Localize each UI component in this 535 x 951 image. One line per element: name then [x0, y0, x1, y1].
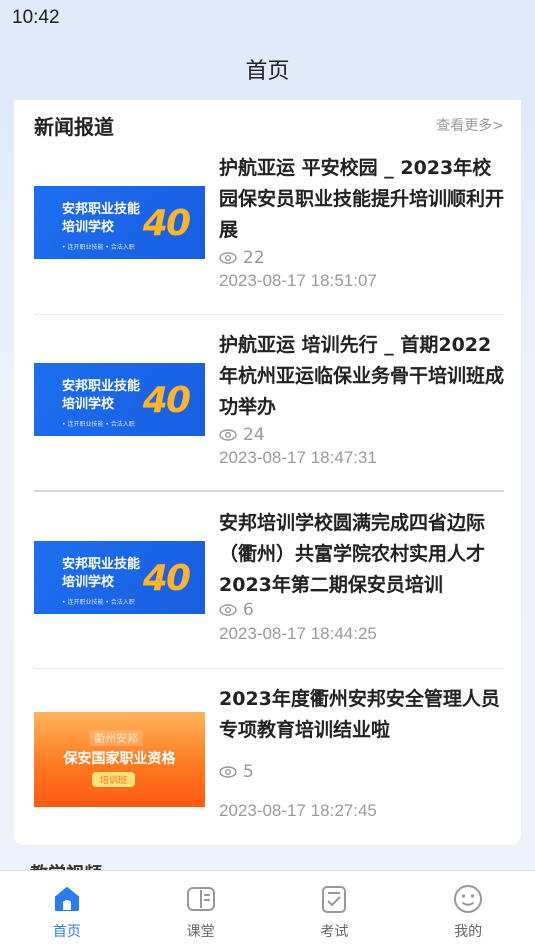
news-thumbnail: 安邦职业技能 培训学校 • 连开职业技能 • 合法入职 40 — [34, 541, 205, 614]
news-item[interactable]: 安邦职业技能 培训学校 • 连开职业技能 • 合法入职 40 安邦培训学校圆满完… — [34, 508, 504, 686]
status-time: 10:42 — [12, 7, 60, 28]
eye-icon — [219, 252, 237, 264]
main-content[interactable]: 新闻报道 查看更多> 安邦职业技能 培训学校 • 连开职业技能 • 合法入职 4… — [0, 100, 535, 870]
news-date: 2023-08-17 18:44:25 — [219, 624, 377, 643]
tab-label: 课堂 — [186, 924, 215, 940]
tab-label: 首页 — [52, 924, 81, 940]
news-card: 新闻报道 查看更多> 安邦职业技能 培训学校 • 连开职业技能 • 合法入职 4… — [14, 100, 521, 845]
tab-profile[interactable]: 我的 — [401, 871, 535, 951]
profile-icon — [454, 885, 483, 913]
bottom-tab-bar: 首页 课堂 考试 我的 — [0, 870, 535, 951]
news-section-header: 新闻报道 查看更多> — [34, 110, 504, 140]
tab-home[interactable]: 首页 — [0, 871, 134, 951]
tab-exam[interactable]: 考试 — [268, 871, 402, 951]
news-title: 2023年度衢州安邦安全管理人员专项教育培训结业啦 — [219, 688, 500, 741]
eye-icon — [219, 604, 237, 616]
news-item[interactable]: 安邦职业技能 培训学校 • 连开职业技能 • 合法入职 40 护航亚运 培训先行… — [34, 330, 504, 508]
news-date: 2023-08-17 18:47:31 — [219, 448, 377, 467]
view-count: 22 — [219, 247, 265, 269]
view-more-link[interactable]: 查看更多> — [436, 115, 504, 135]
news-thumbnail: 衢州安邦 保安国家职业资格 培训班 — [34, 712, 205, 807]
divider — [34, 490, 504, 492]
eye-icon — [219, 429, 237, 441]
page-header: 首页 — [0, 38, 535, 100]
news-title: 安邦培训学校圆满完成四省边际（衢州）共富学院农村实用人才2023年第二期保安员培… — [219, 512, 486, 596]
status-bar: 10:42 — [0, 0, 535, 38]
news-item[interactable]: 衢州安邦 保安国家职业资格 培训班 2023年度衢州安邦安全管理人员专项教育培训… — [34, 684, 504, 862]
news-title: 护航亚运 培训先行 _ 首期2022年杭州亚运临保业务骨干培训班成功举办 — [219, 334, 505, 418]
page-title: 首页 — [245, 59, 290, 84]
exam-icon — [322, 886, 347, 913]
news-item[interactable]: 安邦职业技能 培训学校 • 连开职业技能 • 合法入职 40 护航亚运 平安校园… — [34, 153, 504, 331]
home-icon — [54, 887, 79, 911]
tab-label: 考试 — [320, 924, 349, 940]
news-section-title: 新闻报道 — [34, 114, 114, 139]
divider — [34, 314, 504, 315]
news-thumbnail: 安邦职业技能 培训学校 • 连开职业技能 • 合法入职 40 — [34, 186, 205, 259]
tab-label: 我的 — [454, 924, 483, 940]
tab-classroom[interactable]: 课堂 — [134, 871, 268, 951]
view-count: 5 — [219, 761, 254, 783]
news-date: 2023-08-17 18:51:07 — [219, 271, 377, 290]
eye-icon — [219, 766, 237, 778]
news-thumbnail: 安邦职业技能 培训学校 • 连开职业技能 • 合法入职 40 — [34, 363, 205, 436]
book-icon — [186, 887, 215, 911]
video-section-title: 教学视频 — [30, 860, 102, 870]
divider — [34, 668, 504, 669]
view-count: 6 — [219, 599, 254, 621]
news-title: 护航亚运 平安校园 _ 2023年校园保安员职业技能提升培训顺利开展 — [219, 157, 505, 241]
view-count: 24 — [219, 424, 265, 446]
news-date: 2023-08-17 18:27:45 — [219, 801, 377, 820]
